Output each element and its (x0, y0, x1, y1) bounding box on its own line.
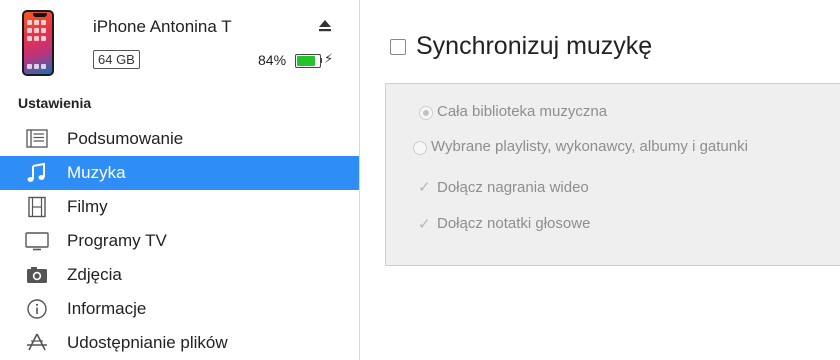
sidebar-item-label: Zdjęcia (67, 265, 122, 284)
selected-items-label: Wybrane playlisty, wykonawcy, albumy i g… (431, 138, 748, 155)
selected-items-radio[interactable] (413, 141, 427, 155)
iphone-thumbnail-icon (22, 10, 54, 76)
include-voice-memos-checkbox[interactable]: ✓ (418, 217, 432, 232)
sidebar-item-label: Podsumowanie (67, 129, 184, 148)
sidebar-item-label: Muzyka (67, 163, 126, 182)
sidebar-item-label: Informacje (67, 299, 147, 318)
battery-percent: 84% (258, 52, 287, 68)
device-name: iPhone Antonina T (93, 17, 232, 36)
sidebar-item-label: Filmy (67, 197, 108, 216)
include-videos-checkbox[interactable]: ✓ (418, 180, 432, 195)
film-icon (28, 196, 46, 218)
sidebar-item-music[interactable]: Muzyka (0, 156, 359, 190)
sidebar-item-file-sharing[interactable]: Udostępnianie plików (0, 326, 359, 360)
sidebar-item-label: Udostępnianie plików (67, 333, 228, 352)
info-icon (27, 299, 47, 319)
include-videos-label: Dołącz nagrania wideo (437, 179, 589, 196)
battery-level-fill (297, 56, 316, 66)
battery-cap (320, 58, 322, 63)
sidebar-item-summary[interactable]: Podsumowanie (0, 122, 359, 156)
camera-icon (27, 267, 47, 283)
music-note-icon (27, 162, 45, 182)
sidebar-item-info[interactable]: Informacje (0, 292, 359, 326)
eject-icon[interactable] (317, 18, 333, 34)
sidebar-item-label: Programy TV (67, 231, 167, 250)
settings-section-title: Ustawienia (18, 95, 92, 111)
summary-list-icon (26, 129, 48, 148)
entire-library-label: Cała biblioteka muzyczna (437, 103, 608, 120)
lightning-icon: ⚡ (324, 51, 334, 66)
sidebar: iPhone Antonina T 64 GB 84% ⚡ Ustawienia… (0, 0, 360, 360)
include-voice-memos-label: Dołącz notatki głosowe (437, 215, 591, 232)
entire-library-radio[interactable] (419, 106, 433, 120)
sync-music-title[interactable]: Synchronizuj muzykę (416, 32, 652, 61)
file-sharing-icon (27, 333, 47, 351)
battery-icon (295, 54, 321, 68)
sidebar-item-movies[interactable]: Filmy (0, 190, 359, 224)
device-header: iPhone Antonina T 64 GB 84% ⚡ (20, 10, 350, 85)
sidebar-item-photos[interactable]: Zdjęcia (0, 258, 359, 292)
sync-music-checkbox[interactable] (390, 39, 406, 55)
sidebar-item-tv-shows[interactable]: Programy TV (0, 224, 359, 258)
sync-options-panel: Cała biblioteka muzyczna Wybrane playlis… (385, 83, 840, 266)
music-settings-panel: Synchronizuj muzykę Cała biblioteka muzy… (360, 0, 840, 360)
tv-icon (25, 232, 49, 251)
settings-nav: Podsumowanie Muzyka Filmy Programy TV Zd… (0, 122, 359, 360)
capacity-badge: 64 GB (93, 50, 140, 69)
